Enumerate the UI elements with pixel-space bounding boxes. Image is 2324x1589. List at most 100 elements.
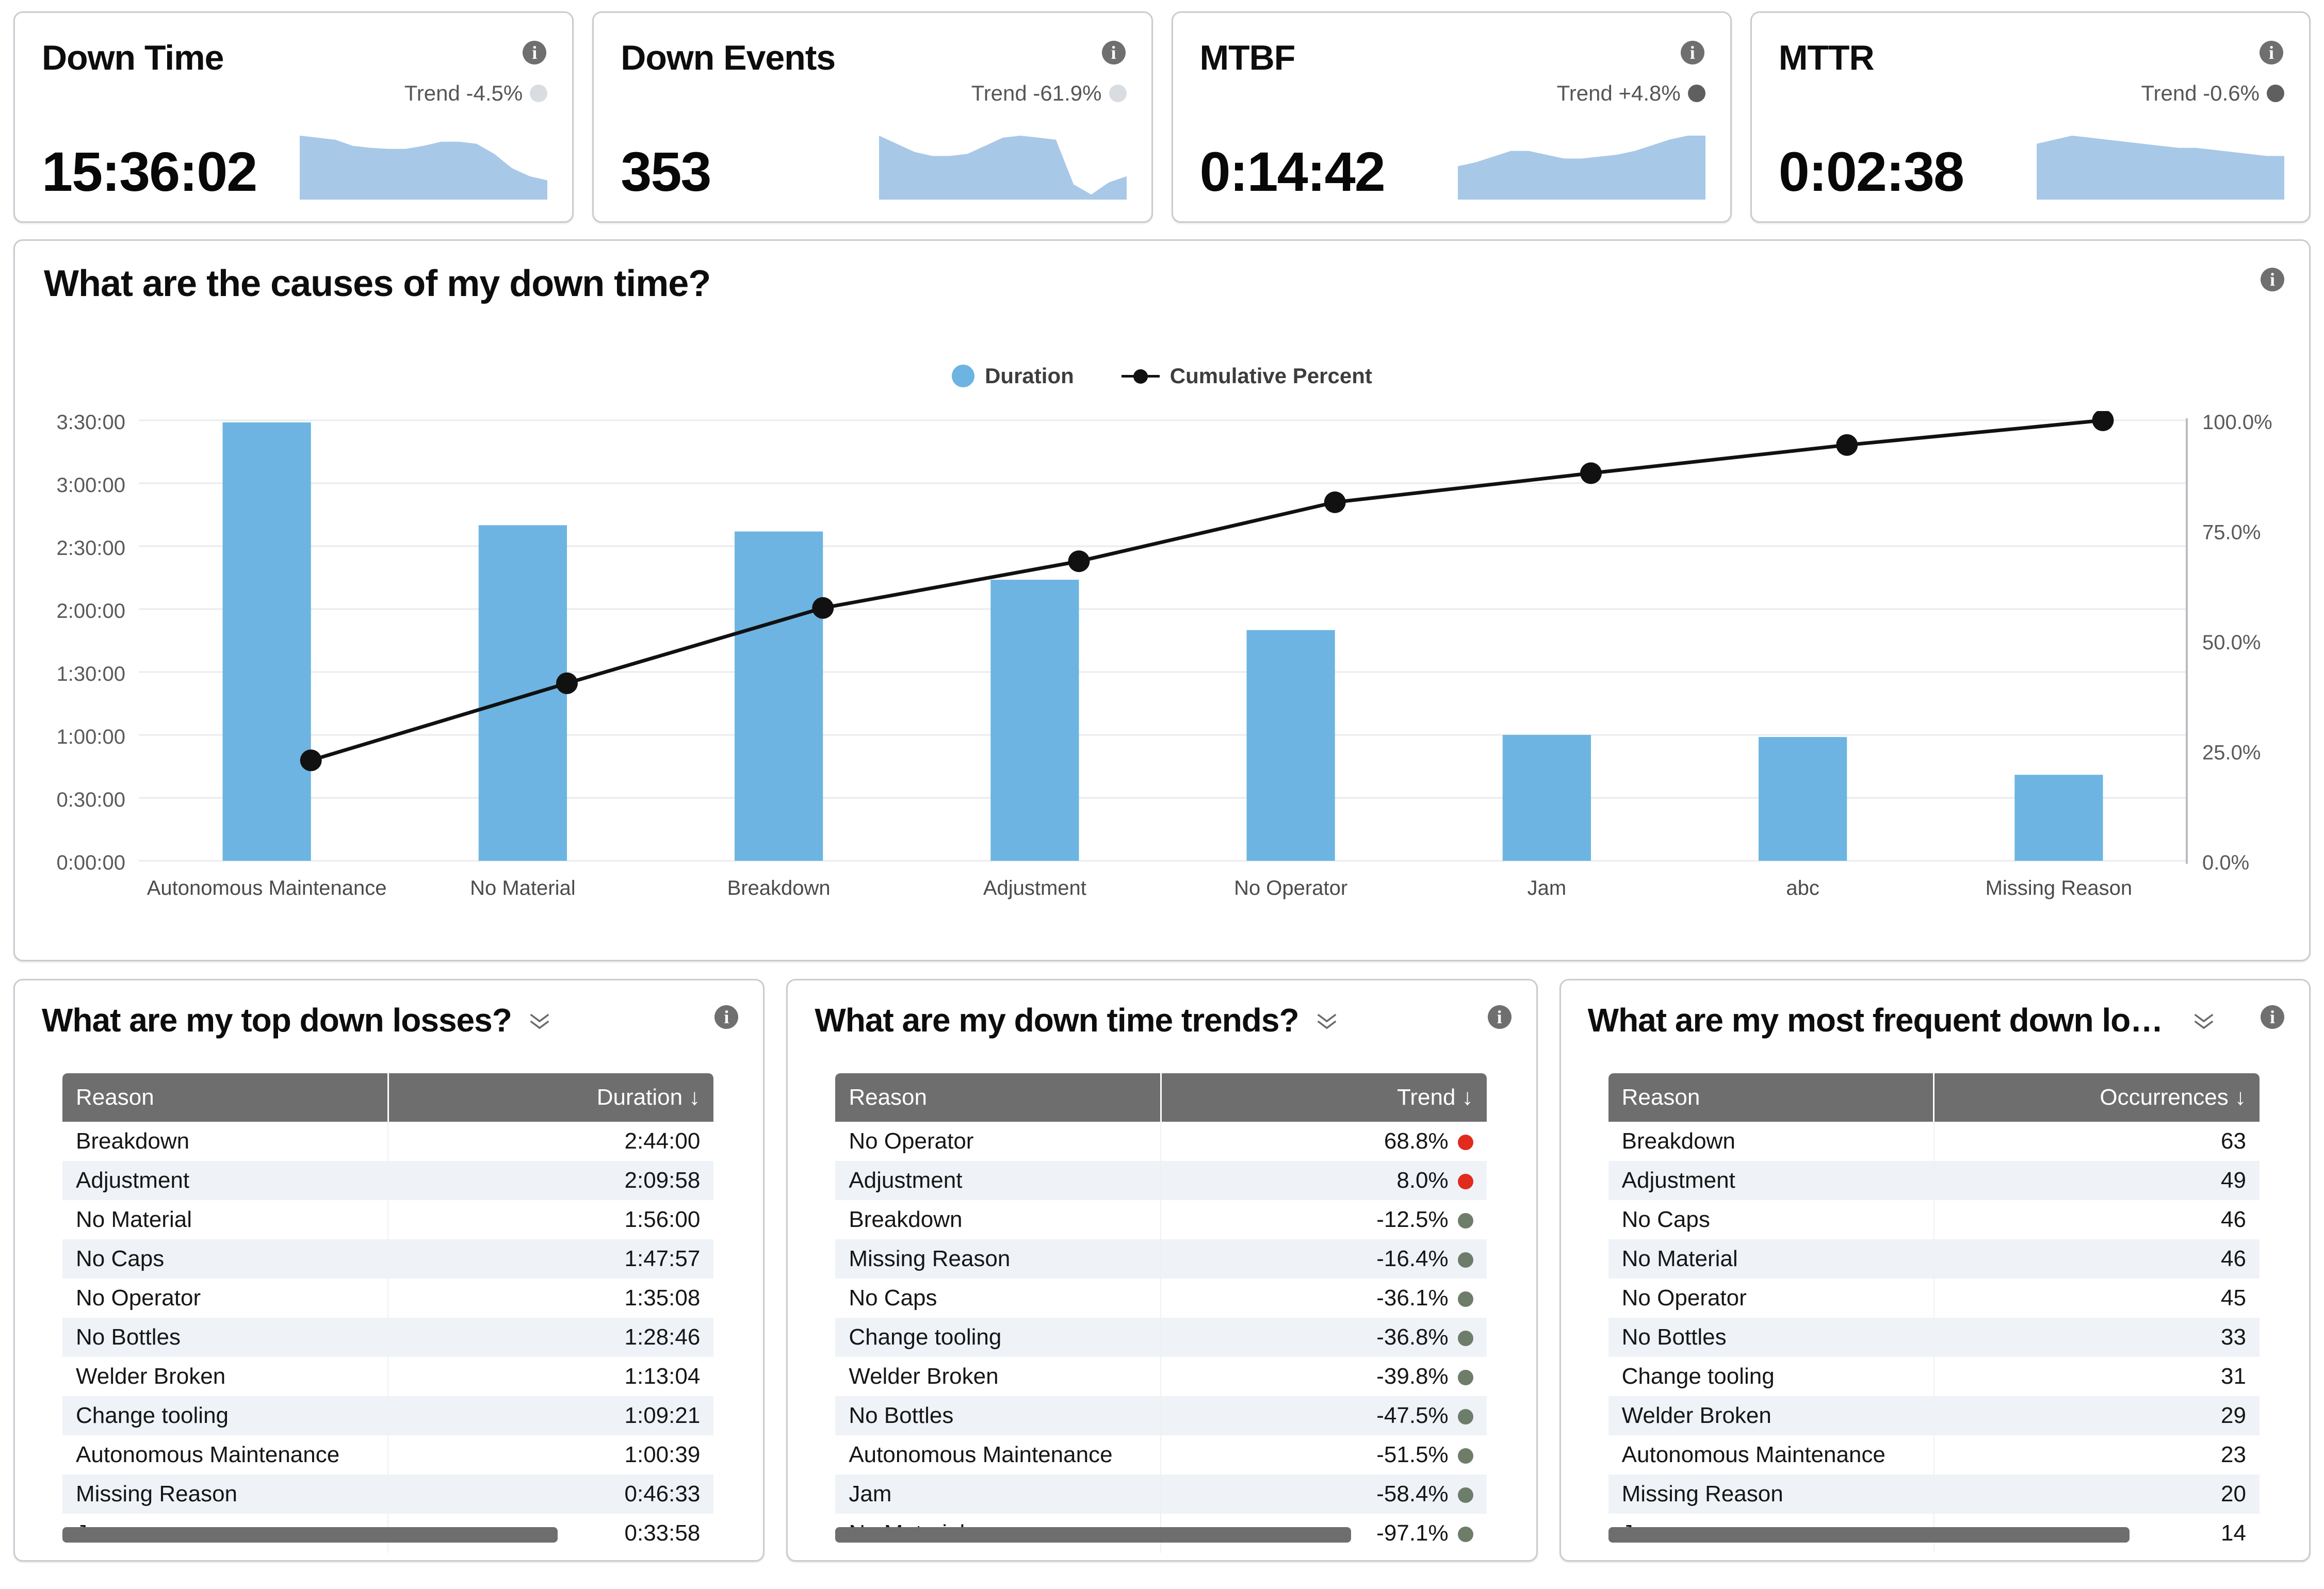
cell-reason: Change tooling <box>1608 1357 1934 1396</box>
kpi-sparkline-wrap: Trend -0.6% <box>2037 81 2284 200</box>
cell-reason: No Caps <box>62 1239 388 1279</box>
table-row[interactable]: No Bottles33 <box>1608 1318 2260 1357</box>
table-row[interactable]: Adjustment8.0% <box>835 1161 1486 1200</box>
kpi-value: 0:02:38 <box>1779 144 1963 200</box>
table-row[interactable]: No Caps-36.1% <box>835 1279 1486 1318</box>
kpi-trend: Trend -0.6% <box>2141 81 2284 106</box>
table-row[interactable]: Welder Broken29 <box>1608 1396 2260 1435</box>
table-row[interactable]: Welder Broken-39.8% <box>835 1357 1486 1396</box>
cell-reason: Breakdown <box>835 1200 1161 1239</box>
table-row[interactable]: No Operator68.8% <box>835 1122 1486 1161</box>
table-row[interactable]: No Operator1:35:08 <box>62 1279 713 1318</box>
column-header-reason[interactable]: Reason <box>835 1073 1161 1122</box>
legend-item-duration[interactable]: Duration <box>952 364 1074 388</box>
table-row[interactable]: No Operator45 <box>1608 1279 2260 1318</box>
cell-value: 49 <box>1934 1161 2260 1200</box>
table-title: What are my most frequent down los… <box>1588 1001 2176 1039</box>
table-row[interactable]: Missing Reason-16.4% <box>835 1239 1486 1279</box>
table-row[interactable]: Adjustment2:09:58 <box>62 1161 713 1200</box>
info-icon[interactable]: i <box>1681 41 1704 64</box>
kpi-value: 0:14:42 <box>1200 144 1385 200</box>
table-row[interactable]: No Bottles1:28:46 <box>62 1318 713 1357</box>
kpi-sparkline-wrap: Trend +4.8% <box>1458 81 1705 200</box>
svg-text:abc: abc <box>1786 877 1819 899</box>
pareto-plot[interactable]: 0:00:000:30:001:00:001:30:002:00:002:30:… <box>15 411 2305 937</box>
cell-reason: Missing Reason <box>1608 1475 1934 1514</box>
table-row[interactable]: Breakdown-12.5% <box>835 1200 1486 1239</box>
table-row[interactable]: Autonomous Maintenance23 <box>1608 1435 2260 1475</box>
cell-reason: Adjustment <box>1608 1161 1934 1200</box>
table-row[interactable]: No Caps46 <box>1608 1200 2260 1239</box>
kpi-title: MTTR <box>1779 38 1874 78</box>
cell-value: 1:09:21 <box>388 1396 713 1435</box>
table-header-row: What are my down time trends? <box>815 1001 1509 1039</box>
horizontal-scrollbar[interactable] <box>1608 1527 2130 1543</box>
svg-text:100.0%: 100.0% <box>2202 411 2272 434</box>
svg-text:Missing Reason: Missing Reason <box>1986 877 2133 899</box>
horizontal-scrollbar[interactable] <box>62 1527 558 1543</box>
horizontal-scrollbar[interactable] <box>835 1527 1351 1543</box>
table-row[interactable]: Missing Reason20 <box>1608 1475 2260 1514</box>
table-row[interactable]: Missing Reason0:46:33 <box>62 1475 713 1514</box>
table-row[interactable]: Adjustment49 <box>1608 1161 2260 1200</box>
info-icon[interactable]: i <box>2261 1005 2284 1029</box>
table-row[interactable]: Jam-58.4% <box>835 1475 1486 1514</box>
table-row[interactable]: Change tooling1:09:21 <box>62 1396 713 1435</box>
cell-value: 2:44:00 <box>388 1122 713 1161</box>
table-row[interactable]: Change tooling-36.8% <box>835 1318 1486 1357</box>
cell-reason: No Bottles <box>835 1396 1161 1435</box>
table-row[interactable]: Welder Broken1:13:04 <box>62 1357 713 1396</box>
column-header-value[interactable]: Trend ↓ <box>1161 1073 1486 1122</box>
cell-reason: Welder Broken <box>62 1357 388 1396</box>
cell-reason: Autonomous Maintenance <box>1608 1435 1934 1475</box>
table-row[interactable]: Breakdown2:44:00 <box>62 1122 713 1161</box>
column-header-value[interactable]: Occurrences ↓ <box>1934 1073 2260 1122</box>
table-row[interactable]: Change tooling31 <box>1608 1357 2260 1396</box>
column-header-reason[interactable]: Reason <box>62 1073 388 1122</box>
svg-text:0:00:00: 0:00:00 <box>57 851 125 874</box>
svg-text:3:30:00: 3:30:00 <box>57 411 125 434</box>
info-icon[interactable]: i <box>1102 41 1126 64</box>
kpi-card-mttr: MTTR i 0:02:38 Trend -0.6% <box>1750 11 2311 223</box>
table-row[interactable]: No Caps1:47:57 <box>62 1239 713 1279</box>
cell-value: -39.8% <box>1161 1357 1486 1396</box>
info-icon[interactable]: i <box>2260 41 2283 64</box>
chart-legend: Duration Cumulative Percent <box>15 364 2309 388</box>
cell-reason: Missing Reason <box>62 1475 388 1514</box>
cell-reason: Change tooling <box>835 1318 1161 1357</box>
table-row[interactable]: No Material46 <box>1608 1239 2260 1279</box>
trend-status-dot <box>1458 1291 1473 1307</box>
data-table[interactable]: ReasonOccurrences ↓Breakdown63Adjustment… <box>1608 1073 2260 1553</box>
info-icon[interactable]: i <box>1488 1005 1512 1029</box>
cell-value: -36.1% <box>1161 1279 1486 1318</box>
table-row[interactable]: Autonomous Maintenance1:00:39 <box>62 1435 713 1475</box>
cell-reason: No Operator <box>835 1122 1161 1161</box>
table-row[interactable]: Autonomous Maintenance-51.5% <box>835 1435 1486 1475</box>
table-row[interactable]: No Bottles-47.5% <box>835 1396 1486 1435</box>
svg-text:50.0%: 50.0% <box>2202 631 2261 654</box>
table-row[interactable]: No Material1:56:00 <box>62 1200 713 1239</box>
info-icon[interactable]: i <box>523 41 546 64</box>
column-header-reason[interactable]: Reason <box>1608 1073 1934 1122</box>
legend-duration-swatch-icon <box>952 365 974 387</box>
kpi-title: MTBF <box>1200 38 1295 78</box>
column-header-value[interactable]: Duration ↓ <box>388 1073 713 1122</box>
svg-text:0:30:00: 0:30:00 <box>57 789 125 811</box>
info-icon[interactable]: i <box>714 1005 738 1029</box>
table-card-top-down-losses: What are my top down losses? i ReasonDur… <box>13 979 765 1562</box>
cell-value: 1:35:08 <box>388 1279 713 1318</box>
info-icon[interactable]: i <box>2261 268 2284 291</box>
kpi-trend-label: Trend -4.5% <box>404 81 523 106</box>
table-row[interactable]: Breakdown63 <box>1608 1122 2260 1161</box>
trend-status-dot <box>1458 1252 1473 1268</box>
data-table[interactable]: ReasonDuration ↓Breakdown2:44:00Adjustme… <box>62 1073 713 1553</box>
chevron-double-down-icon[interactable] <box>526 1007 553 1034</box>
legend-label: Duration <box>985 364 1074 388</box>
chevron-double-down-icon[interactable] <box>1313 1007 1340 1034</box>
kpi-trend: Trend +4.8% <box>1557 81 1705 106</box>
data-table[interactable]: ReasonTrend ↓No Operator68.8%Adjustment8… <box>835 1073 1486 1553</box>
kpi-value: 353 <box>621 144 710 200</box>
chevron-double-down-icon[interactable] <box>2190 1007 2217 1034</box>
cell-reason: Breakdown <box>1608 1122 1934 1161</box>
legend-item-cumulative-percent[interactable]: Cumulative Percent <box>1122 364 1372 388</box>
